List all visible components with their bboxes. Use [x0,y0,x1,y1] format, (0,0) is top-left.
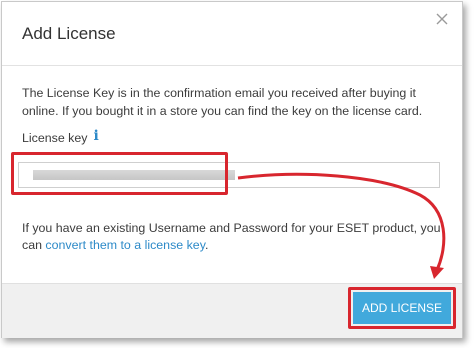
convert-note-end: . [204,238,209,252]
close-icon[interactable] [433,10,451,28]
dialog-description: The License Key is in the confirmation e… [22,86,423,118]
add-license-button[interactable]: ADD LICENSE [353,292,451,324]
license-key-input[interactable] [18,162,440,188]
license-key-label-row: License key i [22,128,99,146]
header-divider [2,65,462,66]
license-key-label: License key [22,131,88,145]
add-license-dialog: Add License The License Key is in the co… [1,1,463,338]
convert-license-link[interactable]: convert them to a license key [45,238,205,252]
dialog-title: Add License [22,24,116,43]
convert-note: If you have an existing Username and Pas… [22,220,447,254]
info-icon[interactable]: i [93,128,98,144]
masked-license-key [33,170,235,180]
